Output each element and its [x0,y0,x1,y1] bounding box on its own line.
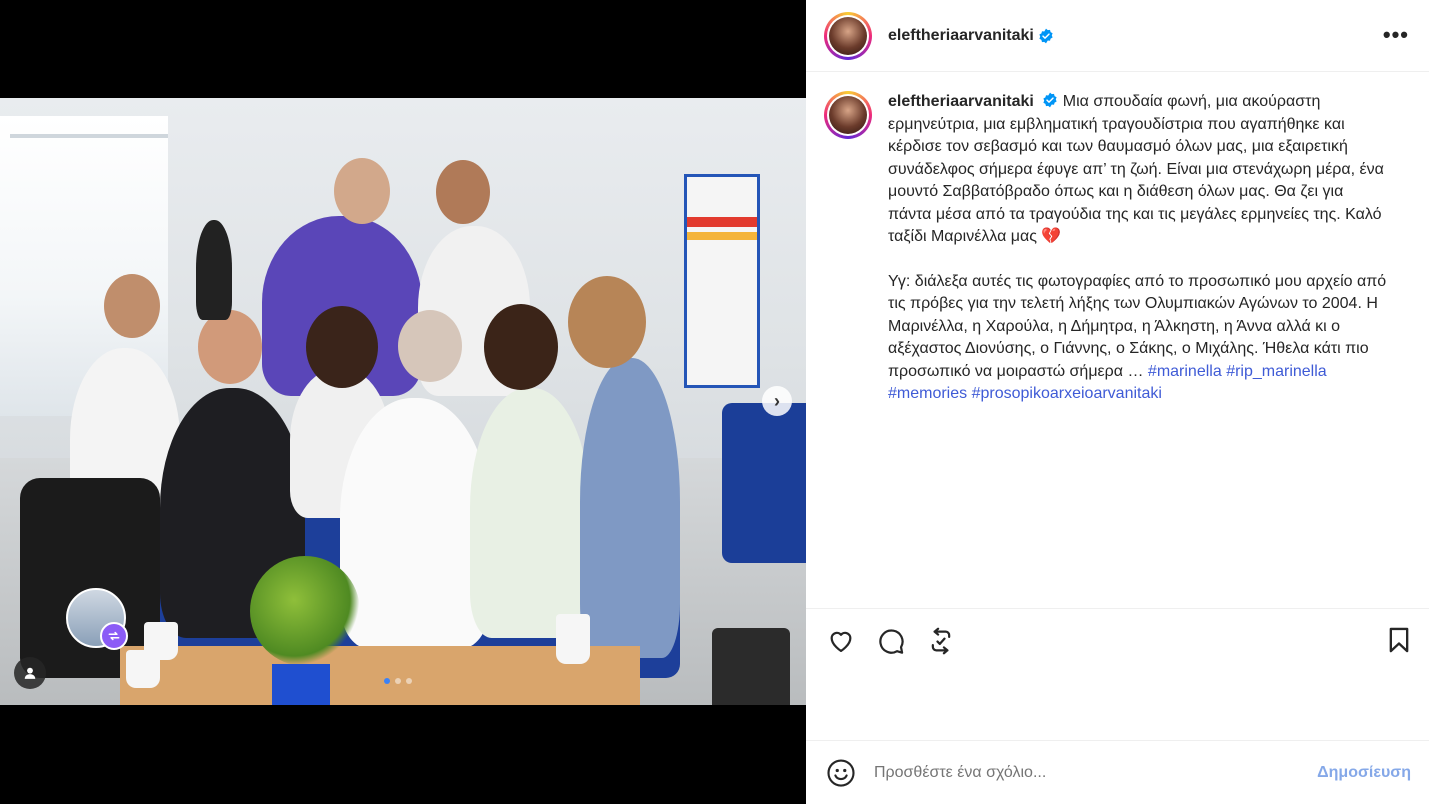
photo-person-head [484,304,558,390]
more-icon: ••• [1382,22,1409,47]
photo-person-head [198,310,262,384]
carousel-dot [384,678,390,684]
hashtag-link[interactable]: #marinella [1148,363,1222,380]
media-viewer: › [0,0,806,804]
photo-plant-pot [272,664,330,705]
comment-icon [879,628,904,654]
photo-person [340,398,490,648]
post-header: eleftheriaarvanitaki ••• [806,0,1429,72]
photo-cup [556,614,590,664]
photo-cup [126,650,160,688]
action-bar [806,608,1429,672]
carousel-dot [395,678,401,684]
photo-person-head [398,310,462,382]
broken-heart-emoji: 💔 [1041,228,1062,245]
photo-bin [712,628,790,705]
caption-paragraph-1: Μια σπουδαία φωνή, μια ακούραστη ερμηνεύ… [888,93,1384,245]
photo-plant [250,556,360,666]
post-panel: eleftheriaarvanitaki ••• eleftheriaarvan… [806,0,1429,804]
repost-badge-icon [108,631,120,641]
save-button[interactable] [1385,626,1413,659]
comment-button[interactable] [876,626,906,656]
comment-input[interactable] [874,763,1294,782]
author-username[interactable]: eleftheriaarvanitaki [888,27,1034,45]
photo-person-head [334,158,390,224]
caption-avatar[interactable] [824,91,872,139]
verified-icon [1043,92,1057,108]
hashtag-link[interactable]: #prosopikoarxeioarvanitaki [972,385,1162,402]
like-icon [830,631,852,652]
carousel-dots [384,678,412,684]
bookmark-icon [1389,627,1409,653]
carousel-dot [406,678,412,684]
photo-person [580,358,680,658]
next-slide-button[interactable]: › [762,386,792,416]
tagged-users-button[interactable] [14,657,46,689]
photo-sofa-right [722,403,806,563]
caption-text: eleftheriaarvanitaki Μια σπουδαία φωνή, … [888,91,1388,608]
collab-badge [100,622,128,650]
like-button[interactable] [826,626,856,656]
caption-area: eleftheriaarvanitaki Μια σπουδαία φωνή, … [806,73,1429,608]
next-arrow-icon: › [774,390,780,411]
photo-person-background [196,220,232,320]
photo-person-head [568,276,646,368]
repost-icon [931,627,951,654]
photo-person-head [436,160,490,224]
photo-person [470,388,590,638]
repost-button[interactable] [926,626,956,656]
comment-bar: Δημοσίευση [806,740,1429,804]
photo-person-head [306,306,378,388]
hashtag-link[interactable]: #memories [888,385,967,402]
caption-username[interactable]: eleftheriaarvanitaki [888,93,1034,110]
photo-person-head [104,274,160,338]
author-avatar[interactable] [824,11,872,60]
photo-banner [684,174,760,388]
more-options-button[interactable]: ••• [1383,22,1409,48]
post-comment-button[interactable]: Δημοσίευση [1317,764,1411,782]
hashtag-link[interactable]: #rip_marinella [1226,363,1327,380]
tag-user-icon [24,667,36,679]
emoji-icon[interactable] [826,758,856,788]
verified-icon [1039,28,1053,43]
